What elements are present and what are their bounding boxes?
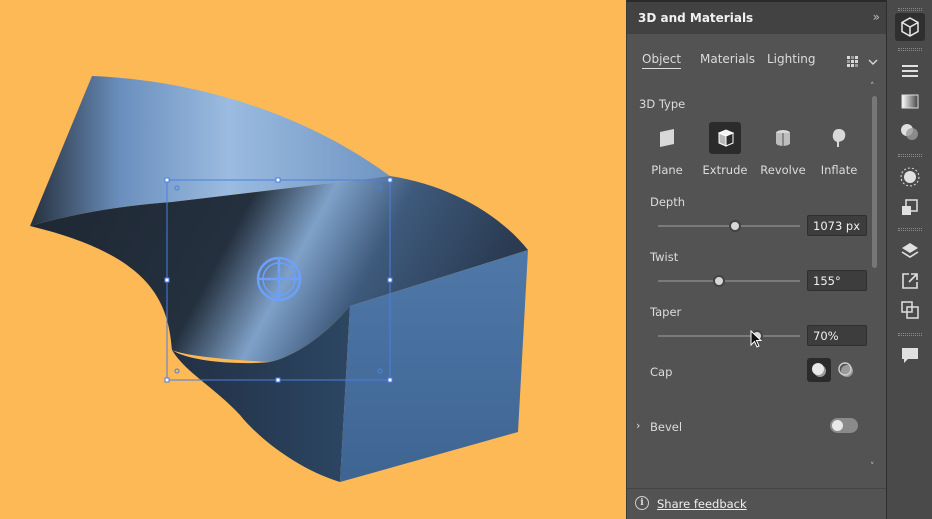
image-trace-icon[interactable] bbox=[895, 194, 925, 222]
cap-on-icon bbox=[812, 363, 826, 377]
3d-type-label: 3D Type bbox=[639, 97, 686, 111]
twist-label: Twist bbox=[650, 250, 679, 264]
panel-header: 3D and Materials » bbox=[627, 0, 887, 34]
mouse-pointer-icon bbox=[750, 330, 763, 348]
bevel-expand-chevron-icon[interactable]: › bbox=[636, 419, 640, 432]
tab-object[interactable]: Object bbox=[642, 52, 682, 69]
depth-slider-thumb[interactable] bbox=[728, 220, 741, 232]
layers-icon[interactable] bbox=[895, 237, 925, 265]
type-revolve-label: Revolve bbox=[760, 163, 806, 177]
dock-grip[interactable] bbox=[898, 333, 922, 336]
dock-grip[interactable] bbox=[898, 48, 922, 51]
cap-off-button[interactable] bbox=[834, 358, 858, 382]
bevel-label: Bevel bbox=[650, 420, 683, 434]
tab-materials[interactable]: Materials bbox=[700, 52, 755, 66]
cap-off-icon bbox=[838, 362, 853, 377]
bevel-toggle[interactable] bbox=[830, 418, 858, 433]
dock-grip[interactable] bbox=[898, 8, 922, 11]
3d-materials-panel: 3D and Materials » Object Materials Ligh… bbox=[626, 0, 887, 519]
twist-slider-track[interactable] bbox=[658, 275, 800, 287]
transparency-icon[interactable] bbox=[895, 118, 925, 146]
dock-grip[interactable] bbox=[898, 228, 922, 231]
depth-slider-track[interactable] bbox=[658, 220, 800, 232]
revolve-icon bbox=[767, 122, 799, 154]
panel-scrollbar[interactable]: ˄ ˅ bbox=[869, 82, 881, 474]
scroll-thumb[interactable] bbox=[872, 96, 877, 268]
menu-lines-icon[interactable] bbox=[895, 57, 925, 85]
chevron-down-icon bbox=[868, 59, 878, 65]
render-options-button[interactable] bbox=[845, 53, 881, 71]
export-icon[interactable] bbox=[895, 267, 925, 295]
gradient-icon[interactable] bbox=[895, 88, 925, 116]
depth-label: Depth bbox=[650, 195, 686, 209]
extrude-icon bbox=[709, 122, 741, 154]
type-plane-button[interactable]: Plane bbox=[640, 122, 694, 178]
panel-title: 3D and Materials bbox=[638, 11, 754, 25]
plane-icon bbox=[651, 122, 683, 154]
info-icon: i bbox=[635, 496, 649, 510]
right-panel-dock bbox=[886, 0, 932, 519]
scroll-up-arrow-icon[interactable]: ˄ bbox=[870, 82, 875, 92]
inflate-icon bbox=[823, 122, 855, 154]
taper-slider-track[interactable] bbox=[658, 330, 800, 342]
3d-rotation-widget bbox=[256, 256, 302, 302]
appearance-sun-icon[interactable] bbox=[895, 163, 925, 191]
taper-label: Taper bbox=[650, 305, 682, 319]
render-options-icon bbox=[847, 56, 878, 67]
type-plane-label: Plane bbox=[651, 163, 683, 177]
cap-on-button[interactable] bbox=[807, 358, 831, 382]
type-inflate-button[interactable]: Inflate bbox=[812, 122, 866, 178]
depth-input[interactable]: 1073 px bbox=[807, 215, 867, 236]
type-extrude-label: Extrude bbox=[702, 163, 748, 177]
twist-slider-thumb[interactable] bbox=[713, 275, 726, 287]
3d-cube-icon[interactable] bbox=[895, 13, 925, 41]
comments-icon[interactable] bbox=[895, 341, 925, 369]
panel-footer: i Share feedback bbox=[627, 488, 887, 519]
taper-input[interactable]: 70% bbox=[807, 325, 867, 346]
share-feedback-link[interactable]: Share feedback bbox=[657, 497, 747, 511]
dock-grip[interactable] bbox=[898, 154, 922, 157]
cap-label: Cap bbox=[650, 365, 673, 379]
collapse-panel-icon[interactable]: » bbox=[873, 10, 880, 24]
bevel-toggle-knob bbox=[832, 420, 843, 431]
scroll-down-arrow-icon[interactable]: ˅ bbox=[870, 462, 875, 472]
type-extrude-button[interactable]: Extrude bbox=[698, 122, 752, 178]
tab-lighting[interactable]: Lighting bbox=[767, 52, 816, 66]
twist-input[interactable]: 155° bbox=[807, 270, 867, 291]
3d-extruded-object[interactable] bbox=[0, 0, 626, 519]
type-inflate-label: Inflate bbox=[820, 163, 858, 177]
artboard-canvas[interactable] bbox=[0, 0, 626, 519]
artboards-icon[interactable] bbox=[895, 296, 925, 324]
type-revolve-button[interactable]: Revolve bbox=[756, 122, 810, 178]
